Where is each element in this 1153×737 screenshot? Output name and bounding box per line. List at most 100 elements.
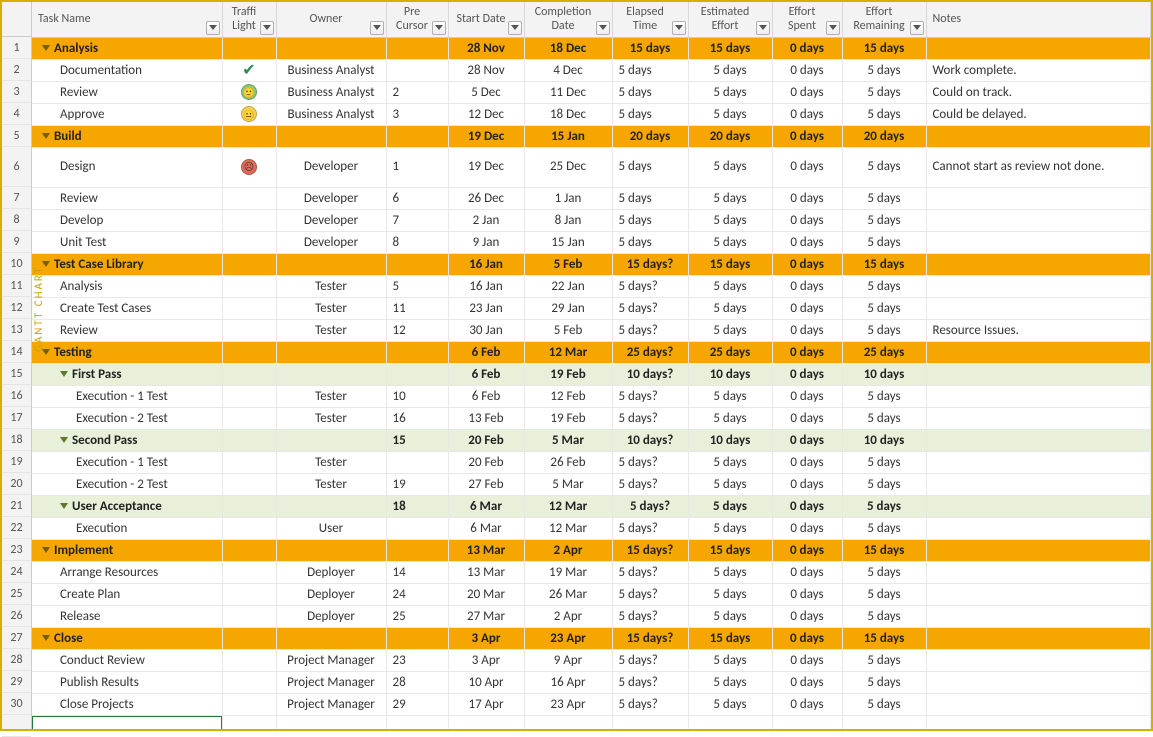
cell-notes[interactable]: Resource Issues. [926,319,1151,341]
cell-start[interactable]: 3 Apr [448,627,524,649]
cell-remaining[interactable]: 15 days [842,37,926,59]
row-number[interactable]: 21 [2,495,31,517]
cell-elapsed[interactable]: 5 days? [612,693,688,715]
cell-completion[interactable]: 26 Mar [524,583,612,605]
cell-start[interactable]: 5 Dec [448,81,524,103]
cell-estimated[interactable]: 10 days [688,429,772,451]
cell-estimated[interactable]: 5 days [688,319,772,341]
cell-estimated[interactable]: 5 days [688,297,772,319]
collapse-icon[interactable] [42,261,50,267]
cell-pre[interactable]: 7 [386,209,448,231]
cell-remaining[interactable]: 15 days [842,253,926,275]
cell-completion[interactable]: 11 Dec [524,81,612,103]
cell-elapsed[interactable]: 10 days? [612,429,688,451]
cell-completion[interactable]: 9 Apr [524,649,612,671]
filter-icon[interactable] [370,21,384,35]
cell-light[interactable] [222,451,276,473]
col-owner[interactable]: Owner [276,2,386,37]
cell-task[interactable]: Review [32,319,222,341]
cell-pre[interactable] [386,59,448,81]
cell-spent[interactable]: 0 days [772,147,842,187]
cell-task[interactable]: Implement [32,539,222,561]
cell-elapsed[interactable]: 5 days? [612,275,688,297]
filter-icon[interactable] [508,21,522,35]
cell-task[interactable]: Publish Results [32,671,222,693]
cell-task[interactable]: Create Test Cases [32,297,222,319]
row-number[interactable]: 17 [2,407,31,429]
cell-estimated[interactable]: 5 days [688,231,772,253]
row-number[interactable]: 13 [2,319,31,341]
cell-owner[interactable] [276,253,386,275]
cell-notes[interactable]: Could on track. [926,81,1151,103]
cell-remaining[interactable]: 5 days [842,451,926,473]
collapse-icon[interactable] [42,635,50,641]
cell-pre[interactable]: 18 [386,495,448,517]
collapse-icon[interactable] [42,349,50,355]
row-number[interactable]: 19 [2,451,31,473]
cell-completion[interactable]: 4 Dec [524,59,612,81]
cell-light[interactable]: 🙂 [222,81,276,103]
cell-task[interactable]: Release [32,605,222,627]
filter-icon[interactable] [910,21,924,35]
row-number[interactable]: 3 [2,81,31,103]
cell-completion[interactable]: 23 Apr [524,627,612,649]
cell-start[interactable]: 28 Nov [448,59,524,81]
cell-start[interactable]: 20 Feb [448,429,524,451]
cell-notes[interactable] [926,341,1151,363]
cell-owner[interactable]: User [276,517,386,539]
row-number[interactable]: 15 [2,363,31,385]
filter-icon[interactable] [206,21,220,35]
cell-pre[interactable]: 29 [386,693,448,715]
row-number[interactable]: 18 [2,429,31,451]
cell-completion[interactable]: 5 Mar [524,429,612,451]
cell-pre[interactable]: 8 [386,231,448,253]
cell-spent[interactable]: 0 days [772,209,842,231]
col-task[interactable]: Task Name [32,2,222,37]
cell-elapsed[interactable]: 5 days? [612,385,688,407]
col-completion[interactable]: Completion Date [524,2,612,37]
cell-notes[interactable] [926,671,1151,693]
cell-spent[interactable]: 0 days [772,37,842,59]
col-light[interactable]: Traffi Light [222,2,276,37]
cell-estimated[interactable]: 5 days [688,103,772,125]
cell-empty[interactable] [276,715,386,729]
cell-remaining[interactable]: 5 days [842,209,926,231]
cell-task[interactable]: Create Plan [32,583,222,605]
cell-owner[interactable]: Project Manager [276,649,386,671]
cell-task[interactable]: Analysis [32,275,222,297]
cell-notes[interactable]: Cannot start as review not done. [926,147,1151,187]
cell-empty[interactable] [772,715,842,729]
col-notes[interactable]: Notes [926,2,1151,37]
cell-notes[interactable] [926,583,1151,605]
cell-task[interactable]: Execution - 1 Test [32,385,222,407]
cell-estimated[interactable]: 5 days [688,81,772,103]
cell-estimated[interactable]: 5 days [688,649,772,671]
cell-completion[interactable]: 2 Apr [524,605,612,627]
row-number[interactable]: 30 [2,693,31,715]
cell-task[interactable]: First Pass [32,363,222,385]
cell-completion[interactable]: 18 Dec [524,37,612,59]
cell-estimated[interactable]: 5 days [688,209,772,231]
cell-task[interactable]: Documentation [32,59,222,81]
cell-light[interactable] [222,693,276,715]
cell-estimated[interactable]: 5 days [688,385,772,407]
cell-elapsed[interactable]: 5 days [612,103,688,125]
cell-owner[interactable] [276,341,386,363]
cell-start[interactable]: 2 Jan [448,209,524,231]
cell-estimated[interactable]: 5 days [688,187,772,209]
cell-light[interactable] [222,297,276,319]
filter-icon[interactable] [596,21,610,35]
cell-owner[interactable]: Business Analyst [276,59,386,81]
cell-completion[interactable]: 25 Dec [524,147,612,187]
cell-elapsed[interactable]: 20 days [612,125,688,147]
row-number[interactable]: 10 [2,253,31,275]
row-number[interactable]: 7 [2,187,31,209]
cell-task[interactable]: Test Case Library [32,253,222,275]
cell-start[interactable]: 19 Dec [448,147,524,187]
cell-task[interactable]: Second Pass [32,429,222,451]
collapse-icon[interactable] [42,45,50,51]
cell-owner[interactable]: Developer [276,147,386,187]
cell-owner[interactable]: Deployer [276,605,386,627]
cell-pre[interactable]: 15 [386,429,448,451]
cell-task[interactable]: Design [32,147,222,187]
